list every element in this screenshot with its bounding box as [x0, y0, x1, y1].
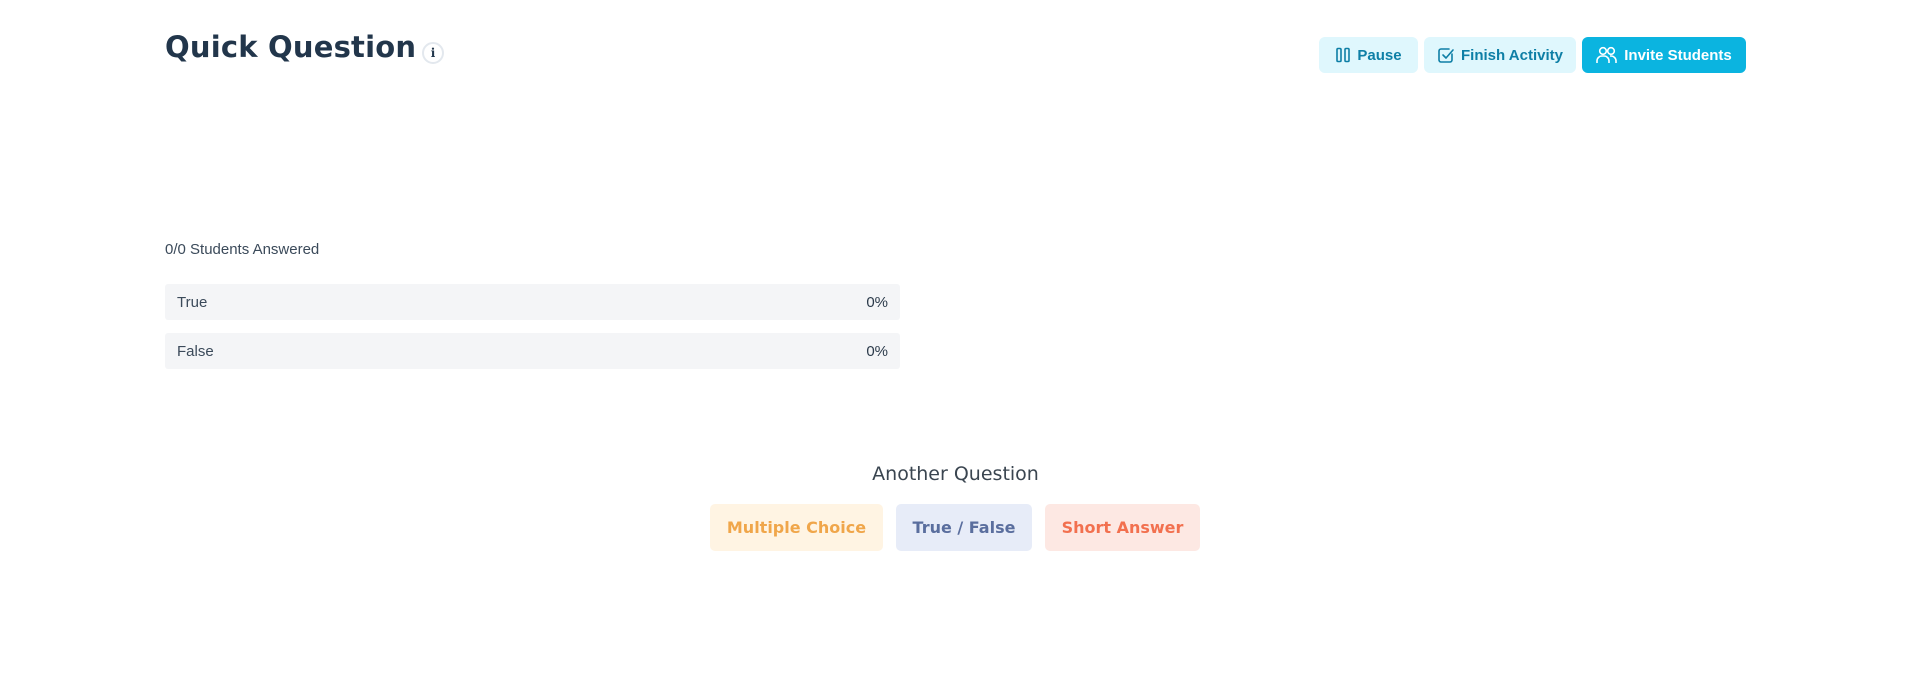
users-icon: [1596, 46, 1618, 64]
answer-row-false: False 0%: [165, 333, 900, 369]
answer-percent: 0%: [866, 342, 888, 360]
pause-label: Pause: [1357, 46, 1402, 64]
multiple-choice-button[interactable]: Multiple Choice: [710, 504, 883, 551]
answer-row-true: True 0%: [165, 284, 900, 320]
another-question-heading: Another Question: [872, 463, 1039, 485]
pause-button[interactable]: Pause: [1319, 37, 1418, 73]
answer-label: True: [177, 293, 208, 311]
page-title: Quick Question: [165, 30, 417, 64]
invite-students-button[interactable]: Invite Students: [1582, 37, 1746, 73]
short-answer-button[interactable]: Short Answer: [1045, 504, 1200, 551]
invite-students-label: Invite Students: [1624, 46, 1732, 64]
true-false-button[interactable]: True / False: [896, 504, 1032, 551]
answer-percent: 0%: [866, 293, 888, 311]
finish-activity-label: Finish Activity: [1461, 46, 1563, 64]
pause-icon: [1335, 47, 1351, 63]
finish-activity-button[interactable]: Finish Activity: [1424, 37, 1576, 73]
info-icon[interactable]: i: [422, 42, 444, 64]
students-answered-count: 0/0 Students Answered: [165, 241, 320, 258]
answer-label: False: [177, 342, 214, 360]
checkbox-icon: [1437, 46, 1455, 64]
